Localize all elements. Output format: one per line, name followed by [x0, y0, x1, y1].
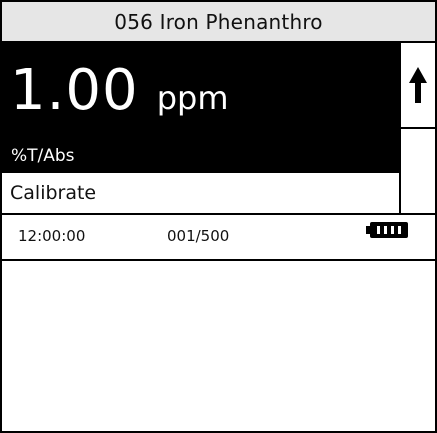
- calibrate-label: Calibrate: [10, 182, 97, 204]
- reading-display: 1.00 ppm: [2, 43, 399, 139]
- reading-value: 1.00: [10, 58, 139, 123]
- scroll-up-button[interactable]: [399, 43, 435, 129]
- record-counter: 001/500: [167, 227, 230, 245]
- status-bar: 12:00:00 001/500: [2, 213, 435, 261]
- mode-option[interactable]: %T/Abs: [2, 139, 399, 173]
- data-area: [2, 261, 435, 431]
- calibrate-menu-item[interactable]: Calibrate: [2, 173, 399, 213]
- arrow-up-icon: [409, 67, 427, 103]
- scroll-track: [399, 129, 401, 213]
- reading-unit: ppm: [156, 79, 229, 117]
- mode-label: %T/Abs: [11, 146, 75, 166]
- test-title-bar: 056 Iron Phenanthro: [0, 0, 437, 43]
- clock-time: 12:00:00: [18, 227, 86, 245]
- battery-full-icon: [366, 222, 408, 238]
- test-title: 056 Iron Phenanthro: [114, 9, 323, 34]
